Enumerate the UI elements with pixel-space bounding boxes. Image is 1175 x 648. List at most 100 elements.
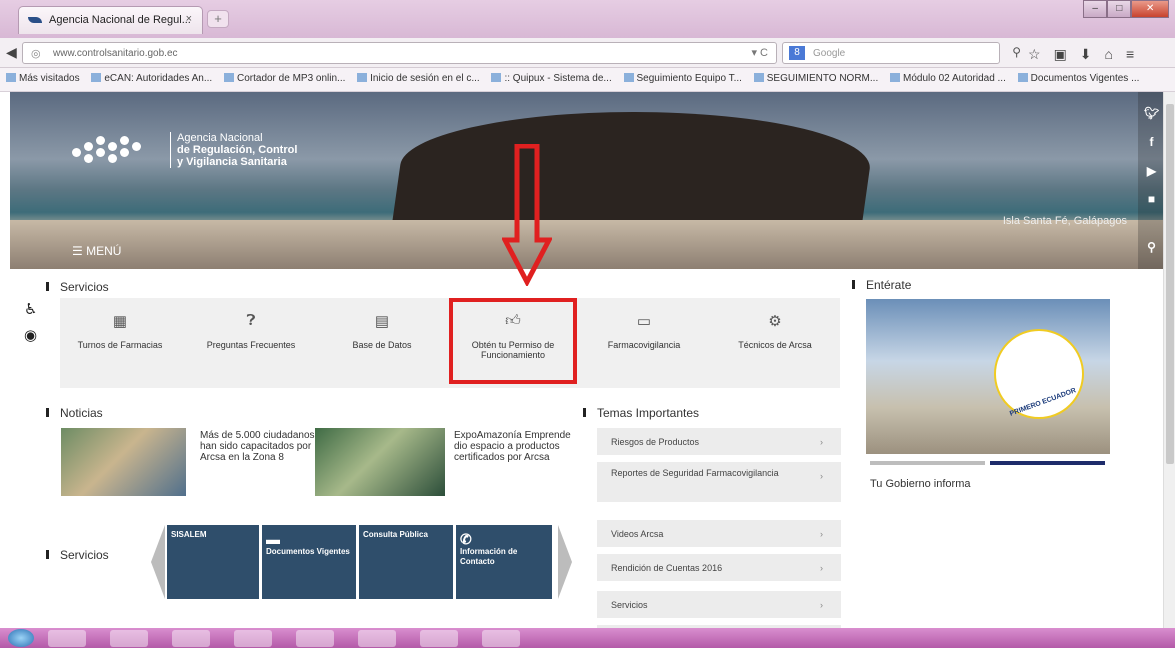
bookmark-item[interactable]: Más visitados (6, 73, 80, 84)
search-box[interactable]: 8 Google ⚲ (782, 42, 1021, 64)
address-bar[interactable]: ◎ www.controlsanitario.gob.ec ▾ C (22, 42, 777, 64)
service-turnos-farmacias[interactable]: ▦ Turnos de Farmacias (60, 298, 180, 388)
tile-consulta-publica[interactable]: Consulta Pública (359, 525, 453, 599)
chevron-right-icon: › (820, 437, 823, 447)
calendar-icon: ▦ (112, 313, 128, 330)
enterate-heading: Entérate (851, 278, 912, 292)
taskbar-app[interactable] (358, 630, 396, 647)
tile-informacion-contacto[interactable]: ✆ Información de Contacto (456, 525, 552, 599)
bookmark-icon (623, 73, 634, 82)
home-icon[interactable]: ⌂ (1105, 46, 1113, 63)
news-image[interactable] (315, 428, 445, 496)
youtube-icon[interactable]: ▶ (1144, 164, 1159, 178)
scrollbar-thumb[interactable] (1166, 104, 1174, 464)
new-tab-button[interactable]: + (207, 10, 229, 28)
maximize-button[interactable]: □ (1107, 0, 1132, 18)
bookmark-item[interactable]: Seguimiento Equipo T... (623, 73, 742, 84)
download-icon[interactable]: ⬇ (1080, 46, 1092, 63)
taskbar-app-firefox[interactable] (296, 630, 334, 647)
flickr-icon[interactable]: ■ (1144, 192, 1159, 206)
temas-heading: Temas Importantes (582, 406, 700, 420)
service-label: Farmacovigilancia (607, 340, 681, 350)
reload-icon[interactable]: ▾ C (751, 46, 768, 59)
taskbar-app[interactable] (172, 630, 210, 647)
menu-icon[interactable]: ≡ (1126, 46, 1134, 63)
carousel-prev-arrow[interactable] (151, 525, 165, 599)
tema-label: Reportes de Seguridad Farmacovigilancia (611, 468, 779, 478)
service-base-datos[interactable]: ▤ Base de Datos (322, 298, 442, 388)
news-text[interactable]: Más de 5.000 ciudadanos han sido capacit… (200, 430, 320, 463)
close-tab-icon[interactable]: × (186, 13, 192, 25)
start-button[interactable] (8, 629, 34, 647)
tema-item[interactable]: Reportes de Seguridad Farmacovigilancia › (597, 462, 841, 502)
island-image (392, 112, 878, 222)
accessibility-tools: ♿︎ ◉ (24, 300, 37, 344)
accessibility-icon[interactable]: ♿︎ (24, 300, 37, 318)
facebook-icon[interactable]: f (1144, 135, 1159, 149)
bookmark-item[interactable]: Cortador de MP3 onlin... (223, 73, 345, 84)
tema-item[interactable]: Rendición de Cuentas 2016 › (597, 554, 841, 581)
google-icon: 8 (789, 46, 805, 60)
tile-documentos-vigentes[interactable]: ▬ Documentos Vigentes (262, 525, 356, 599)
taskbar-app-excel[interactable] (234, 630, 272, 647)
bookmark-icon (491, 73, 502, 82)
tu-gobierno-caption: Tu Gobierno informa (870, 478, 971, 490)
bookmark-item[interactable]: eCAN: Autoridades An... (91, 73, 212, 84)
service-label: Preguntas Frecuentes (206, 340, 296, 350)
minimize-button[interactable]: – (1083, 0, 1108, 18)
bookmark-item[interactable]: SEGUIMIENTO NORM... (753, 73, 878, 84)
tema-item[interactable]: Servicios › (597, 591, 841, 618)
technician-icon: ⚙ (768, 313, 782, 330)
bookmark-icon (890, 73, 901, 82)
star-icon[interactable]: ☆ (1028, 46, 1041, 63)
web-page: Agencia Nacional de Regulación, Control … (0, 92, 1175, 628)
browser-tab[interactable]: Agencia Nacional de Regul... × (18, 6, 203, 34)
taskbar-app-chrome[interactable] (48, 630, 86, 647)
bookmark-item[interactable]: Módulo 02 Autoridad ... (890, 73, 1006, 84)
tile-sisalem[interactable]: SISALEM (167, 525, 259, 599)
gobierno-banner[interactable]: PRIMERO ECUADOR (866, 299, 1110, 454)
bookmark-item[interactable]: Inicio de sesión en el c... (357, 73, 480, 84)
globe-icon: ◎ (31, 48, 41, 60)
taskbar-app[interactable] (482, 630, 520, 647)
tema-item[interactable]: Riesgos de Productos › (597, 428, 841, 455)
service-tecnicos-arcsa[interactable]: ⚙ Técnicos de Arcsa (715, 298, 835, 388)
bookmark-item[interactable]: :: Quipux - Sistema de... (491, 73, 612, 84)
clipboard-icon[interactable]: ▣ (1054, 46, 1067, 63)
agency-name-line: y Vigilancia Sanitaria (177, 156, 287, 168)
tema-item[interactable]: Videos Arcsa › (597, 520, 841, 547)
twitter-icon[interactable]: 🐦︎ (1144, 106, 1159, 120)
menu-button[interactable]: ☰ MENÚ (72, 244, 121, 258)
news-image[interactable] (61, 428, 186, 496)
highlight-box (449, 298, 577, 384)
bookmark-icon (91, 73, 102, 82)
monitor-icon: ▭ (636, 313, 652, 330)
back-arrow-icon[interactable]: ◀ (6, 44, 17, 61)
carousel-indicator[interactable] (870, 461, 985, 465)
bookmark-icon (357, 73, 368, 82)
tile-label: Documentos Vigentes (266, 547, 350, 556)
bookmark-icon (1017, 73, 1028, 82)
search-icon[interactable]: ⚲ (1144, 240, 1159, 254)
title-bar: Agencia Nacional de Regul... × + – □ ✕ (0, 0, 1175, 38)
agency-name-line: de Regulación, Control (177, 144, 298, 156)
site-favicon-icon (28, 17, 42, 23)
eye-icon[interactable]: ◉ (24, 326, 37, 344)
service-farmacovigilancia[interactable]: ▭ Farmacovigilancia (584, 298, 704, 388)
close-window-button[interactable]: ✕ (1131, 0, 1169, 18)
taskbar-app-explorer[interactable] (110, 630, 148, 647)
carousel-indicator-active[interactable] (990, 461, 1105, 465)
bookmark-item[interactable]: Documentos Vigentes ... (1017, 73, 1139, 84)
bookmark-icon (223, 73, 234, 82)
question-icon: ❓︎ (246, 312, 256, 329)
service-preguntas-frecuentes[interactable]: ❓︎ Preguntas Frecuentes (191, 298, 311, 388)
taskbar-app-word[interactable] (420, 630, 458, 647)
arcsa-logo-icon[interactable] (72, 134, 150, 168)
chevron-right-icon: › (820, 529, 823, 539)
news-text[interactable]: ExpoAmazonía Emprende dio espacio a prod… (454, 430, 574, 463)
search-icon[interactable]: ⚲ (1012, 45, 1021, 59)
red-arrow-annotation (502, 144, 552, 286)
page-scrollbar[interactable] (1163, 92, 1175, 628)
folder-icon: ▬ (266, 531, 280, 547)
carousel-next-arrow[interactable] (558, 525, 572, 599)
